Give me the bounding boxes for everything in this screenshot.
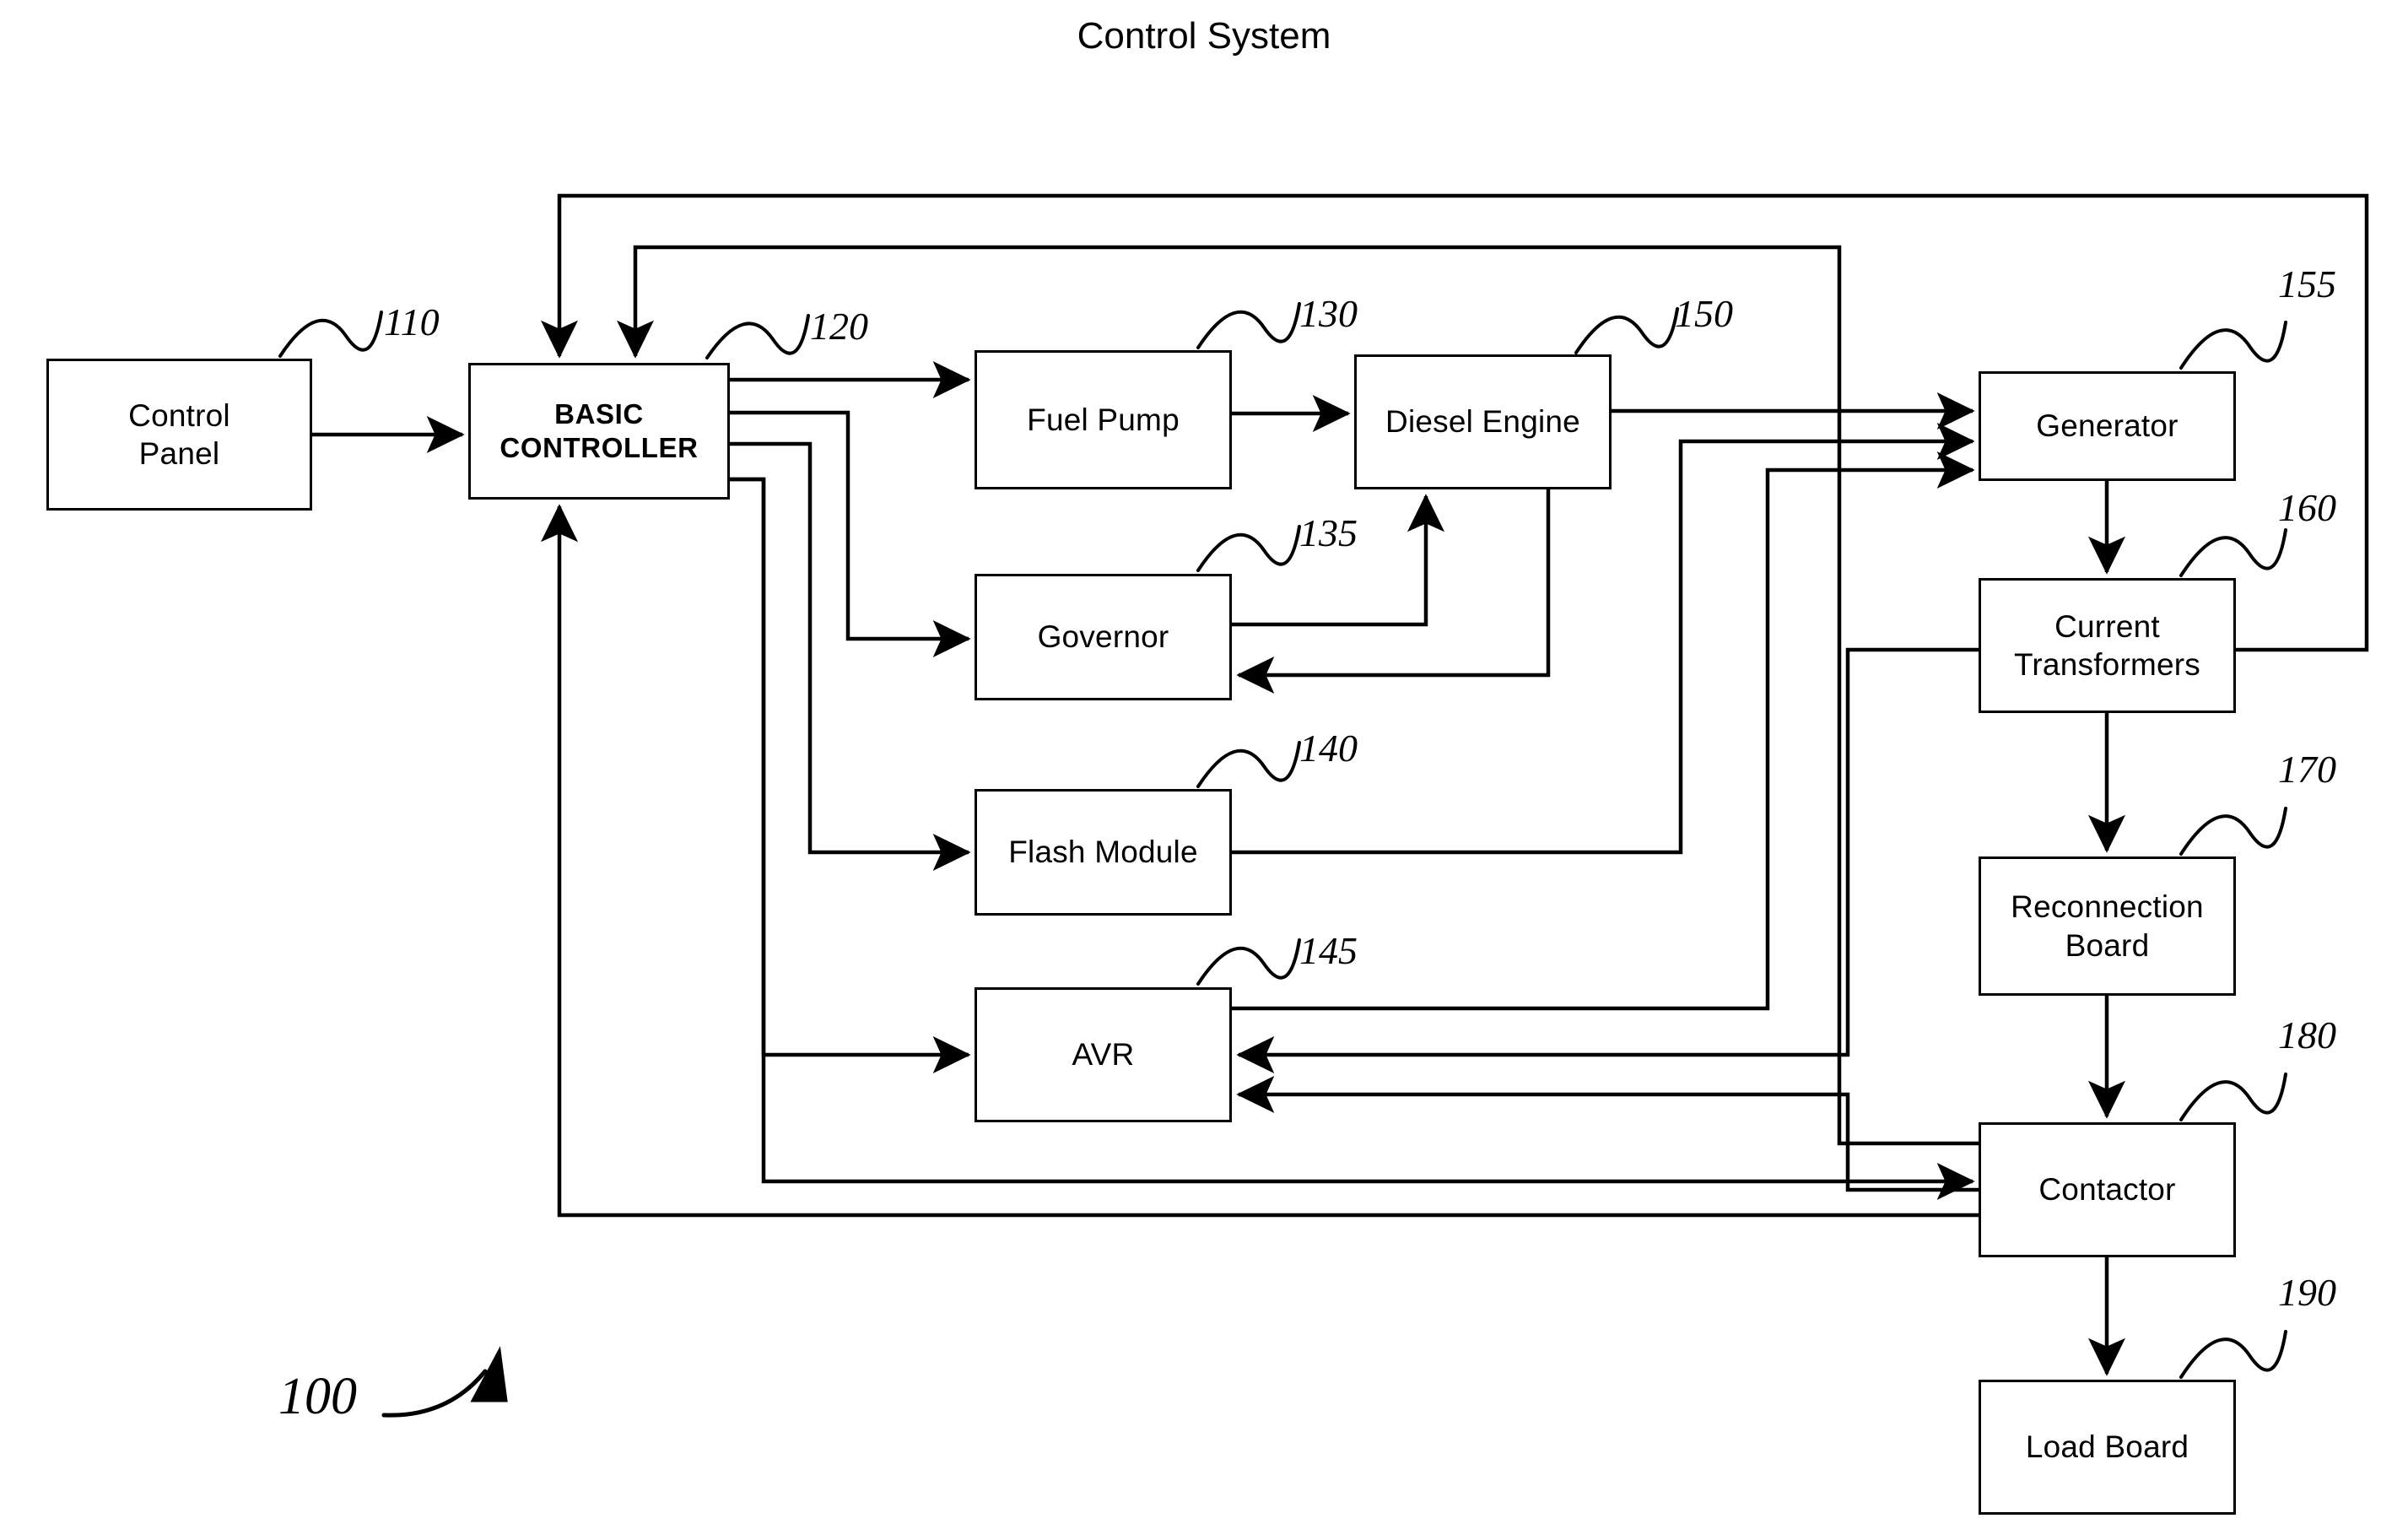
leader-110 <box>278 311 383 358</box>
reference-numeral-140: 140 <box>1299 727 1358 770</box>
reference-numeral-145: 145 <box>1299 929 1358 972</box>
leader-150 <box>1574 307 1679 354</box>
arrowhead-figure-100 <box>470 1346 508 1402</box>
leader-160 <box>2179 528 2287 577</box>
figure-number-100: 100 <box>278 1368 357 1425</box>
reference-numeral-190: 190 <box>2278 1271 2336 1314</box>
figure-canvas: Control System Control Panel BASIC CONTR… <box>0 0 2408 1540</box>
reference-leader-lines <box>278 302 2287 1418</box>
leader-130 <box>1196 302 1301 349</box>
figure-title: Control System <box>1077 15 1331 57</box>
leader-120 <box>705 314 810 359</box>
leader-145 <box>1196 938 1301 986</box>
reference-numeral-180: 180 <box>2278 1013 2336 1056</box>
reference-numeral-120: 120 <box>810 305 868 348</box>
reference-numeral-155: 155 <box>2278 262 2336 305</box>
reference-numeral-150: 150 <box>1675 292 1733 335</box>
leader-190 <box>2179 1330 2287 1379</box>
leader-170 <box>2179 807 2287 856</box>
reference-numeral-170: 170 <box>2278 748 2336 791</box>
leader-180 <box>2179 1073 2287 1121</box>
reference-numeral-130: 130 <box>1299 292 1358 335</box>
leader-135 <box>1196 525 1301 572</box>
leader-155 <box>2179 321 2287 370</box>
reference-numeral-135: 135 <box>1299 511 1358 554</box>
reference-numeral-160: 160 <box>2278 486 2336 529</box>
leader-figure-100 <box>381 1369 488 1418</box>
reference-numeral-110: 110 <box>384 300 440 343</box>
leader-140 <box>1196 741 1301 788</box>
